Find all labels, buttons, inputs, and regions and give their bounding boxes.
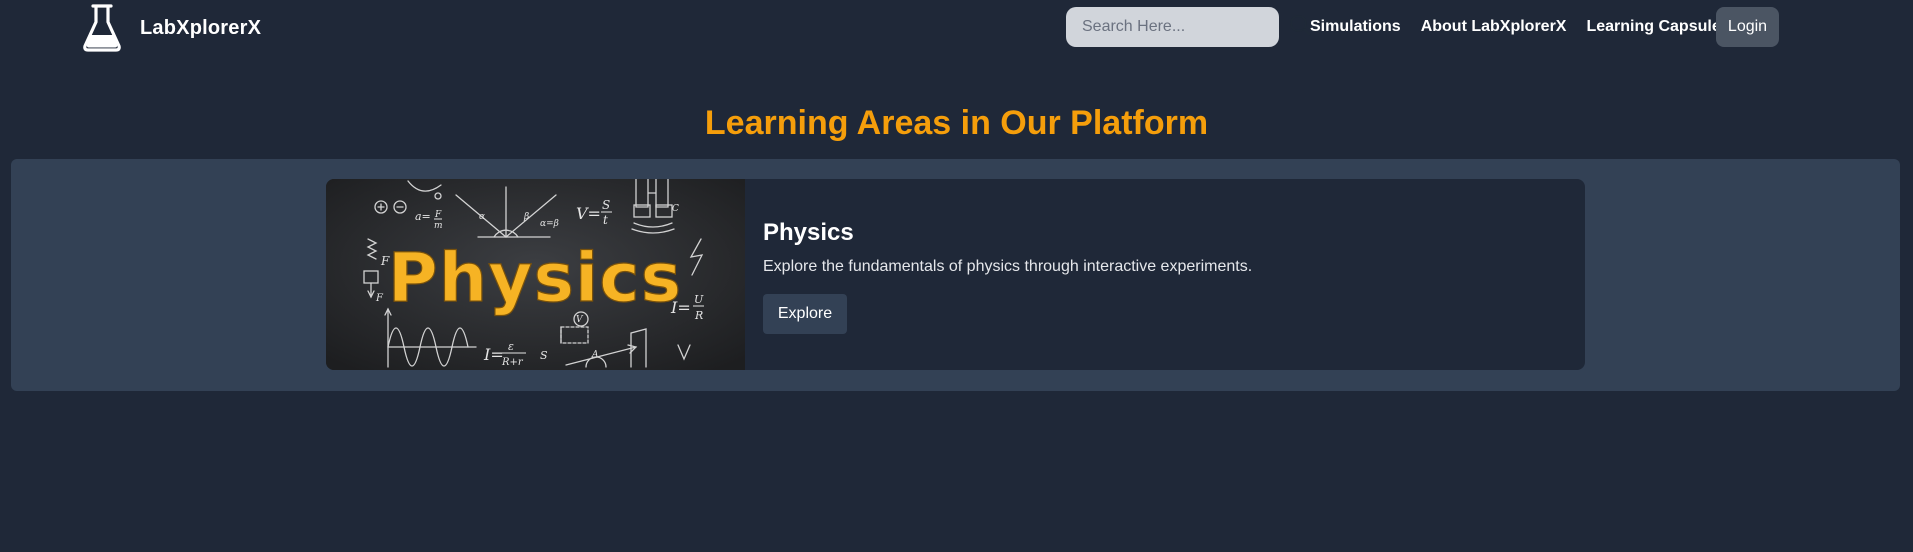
physics-card-body: Physics Explore the fundamentals of phys…: [763, 179, 1585, 370]
svg-text:S: S: [540, 349, 548, 362]
login-button[interactable]: Login: [1716, 7, 1779, 47]
svg-text:F: F: [375, 293, 384, 304]
svg-text:β: β: [523, 212, 529, 222]
brand[interactable]: LabXplorerX: [82, 3, 261, 53]
svg-text:A: A: [591, 350, 599, 360]
brand-name: LabXplorerX: [140, 16, 262, 39]
svg-text:U: U: [694, 293, 704, 306]
card-title: Physics: [763, 219, 854, 246]
svg-text:R: R: [694, 309, 703, 322]
nav-simulations[interactable]: Simulations: [1310, 18, 1401, 36]
nav-learning-capsules[interactable]: Learning Capsules: [1586, 18, 1729, 36]
svg-text:C: C: [672, 204, 679, 214]
search-icon[interactable]: [1289, 14, 1311, 41]
svg-text:S: S: [602, 198, 610, 212]
search-box[interactable]: [1066, 7, 1311, 47]
search-input[interactable]: [1082, 18, 1289, 36]
svg-text:α: α: [479, 212, 485, 222]
navbar: LabXplorerX Simulations About LabXplorer…: [0, 0, 1913, 56]
svg-text:t: t: [603, 213, 608, 227]
physics-card: a= F m α β α=β V= S t F F I= U R I= ε R+…: [326, 179, 1585, 370]
nav-links: Simulations About LabXplorerX Learning C…: [1310, 7, 1730, 47]
flask-icon: [82, 4, 122, 52]
card-description: Explore the fundamentals of physics thro…: [763, 258, 1253, 275]
svg-text:I=: I=: [483, 345, 504, 364]
nav-about[interactable]: About LabXplorerX: [1421, 18, 1567, 36]
svg-text:a=: a=: [415, 210, 431, 223]
svg-text:m: m: [434, 221, 443, 231]
explore-button[interactable]: Explore: [763, 294, 847, 334]
svg-text:R+r: R+r: [501, 357, 524, 368]
physics-image-text: Physics: [388, 239, 682, 318]
svg-text:ε: ε: [508, 340, 514, 353]
learning-areas-panel: a= F m α β α=β V= S t F F I= U R I= ε R+…: [11, 159, 1900, 391]
physics-card-image: a= F m α β α=β V= S t F F I= U R I= ε R+…: [326, 179, 745, 370]
page-title: Learning Areas in Our Platform: [704, 104, 1209, 142]
svg-text:α=β: α=β: [540, 219, 559, 229]
svg-text:V=: V=: [576, 204, 601, 223]
